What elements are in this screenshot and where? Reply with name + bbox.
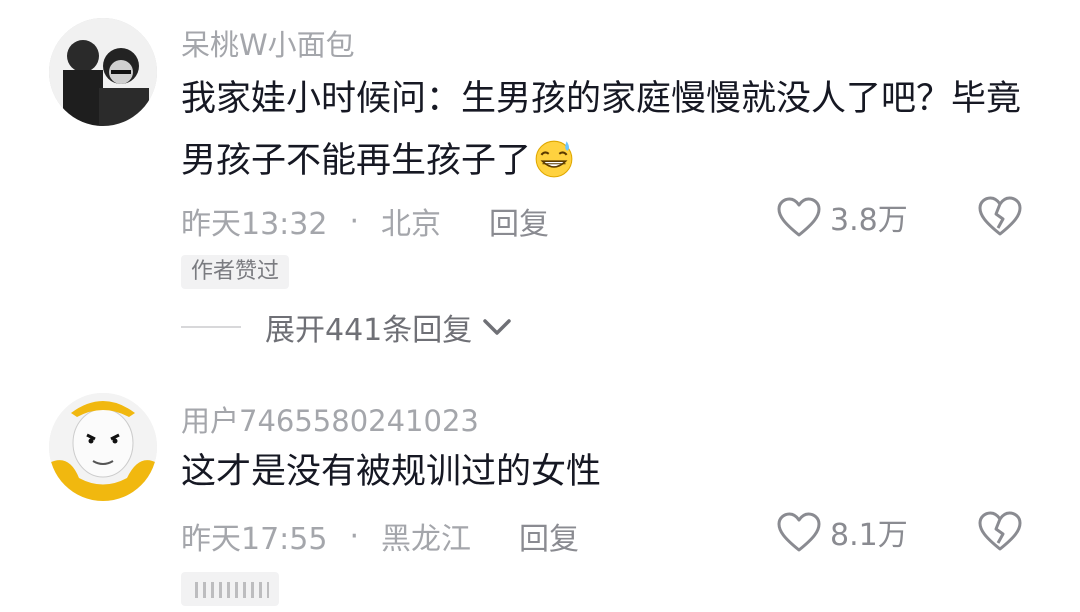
broken-heart-icon bbox=[978, 196, 1022, 236]
grinning-sweat-emoji-icon bbox=[535, 140, 573, 178]
comment-location: 北京 bbox=[381, 207, 442, 242]
reply-button[interactable]: 回复 bbox=[519, 514, 579, 558]
avatar-meme-icon bbox=[49, 393, 157, 501]
comment-meta: 昨天13:32 · 北京 回复 bbox=[181, 199, 549, 243]
avatar[interactable] bbox=[49, 18, 157, 126]
comment-text: 我家娃小时候问：生男孩的家庭慢慢就没人了吧？毕竟男孩子不能再生孩子了 bbox=[181, 68, 1041, 192]
comment-text: 这才是没有被规训过的女性 bbox=[181, 441, 1041, 503]
dislike-button[interactable] bbox=[977, 195, 1023, 241]
chevron-down-icon bbox=[483, 319, 512, 335]
comment-text-body: 我家娃小时候问：生男孩的家庭慢慢就没人了吧？毕竟男孩子不能再生孩子了 bbox=[181, 79, 1022, 181]
like-count: 3.8万 bbox=[830, 203, 908, 238]
meta-separator: · bbox=[349, 203, 360, 239]
like-count: 8.1万 bbox=[830, 518, 908, 553]
comment-location: 黑龙江 bbox=[381, 522, 472, 557]
dislike-button[interactable] bbox=[977, 510, 1023, 556]
like-button[interactable]: 8.1万 bbox=[776, 510, 908, 554]
obscured-badge-text bbox=[195, 582, 269, 598]
comment-time: 昨天13:32 bbox=[181, 207, 328, 242]
expand-replies-button[interactable]: 展开441条回复 bbox=[181, 305, 512, 349]
username[interactable]: 用户7465580241023 bbox=[181, 398, 479, 440]
expand-replies-label: 展开441条回复 bbox=[265, 313, 473, 348]
divider-line bbox=[181, 326, 241, 328]
obscured-badge bbox=[181, 572, 279, 606]
like-button[interactable]: 3.8万 bbox=[776, 195, 908, 239]
author-liked-badge: 作者赞过 bbox=[181, 255, 290, 289]
avatar-photo-icon bbox=[49, 18, 157, 126]
reply-button[interactable]: 回复 bbox=[489, 199, 549, 243]
heart-icon bbox=[777, 512, 821, 552]
comment-time: 昨天17:55 bbox=[181, 522, 328, 557]
heart-icon bbox=[777, 197, 821, 237]
avatar[interactable] bbox=[49, 393, 157, 501]
comment-meta: 昨天17:55 · 黑龙江 回复 bbox=[181, 514, 579, 558]
username[interactable]: 呆桃W小面包 bbox=[181, 22, 355, 64]
broken-heart-icon bbox=[978, 511, 1022, 551]
comment-text-body: 这才是没有被规训过的女性 bbox=[181, 452, 602, 492]
meta-separator: · bbox=[349, 518, 360, 554]
